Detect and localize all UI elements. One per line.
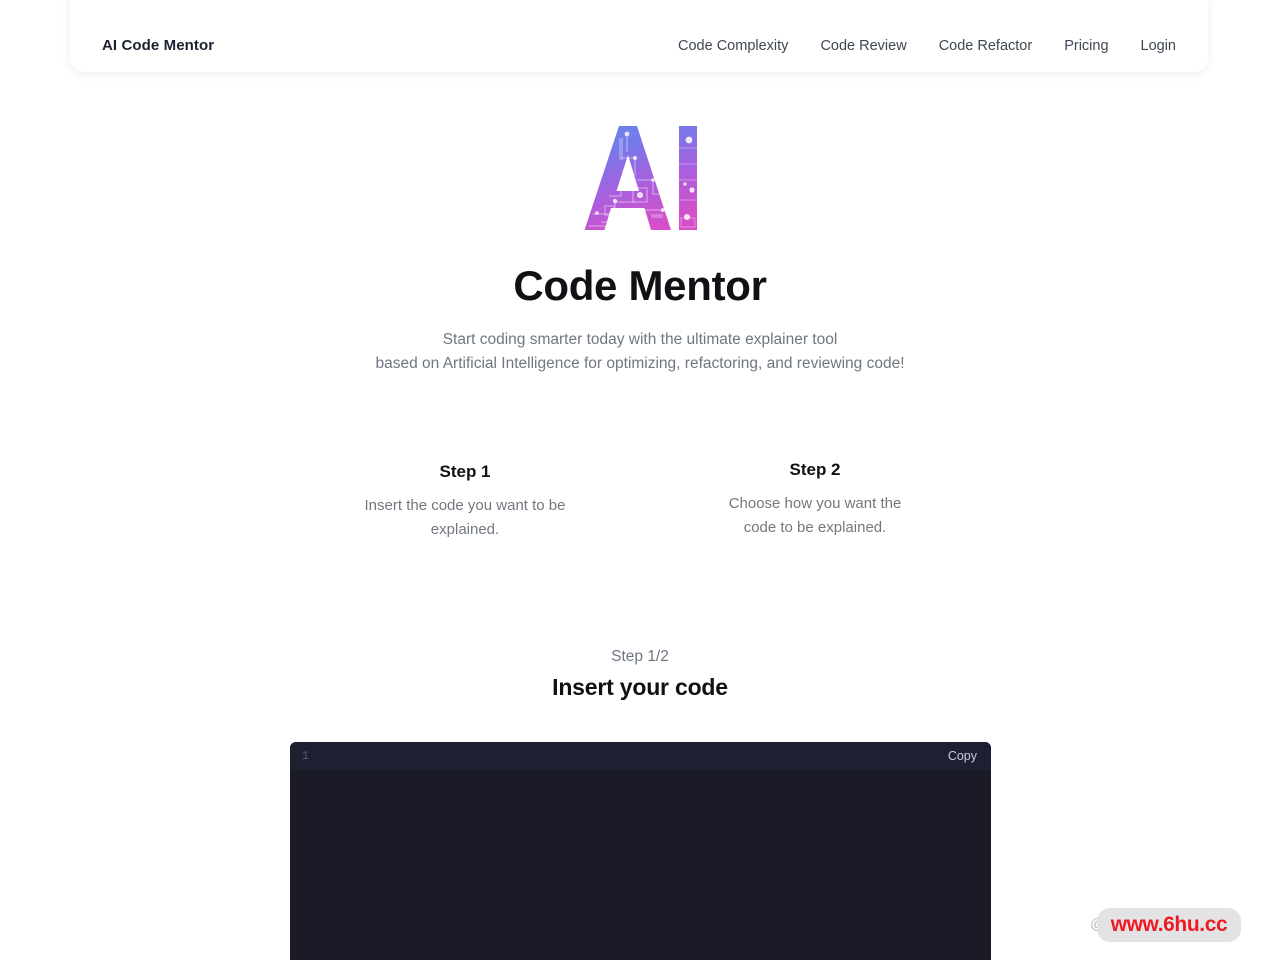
step-2-description: Choose how you want the code to be expla… — [683, 492, 947, 540]
ai-logo — [575, 118, 705, 238]
step-2-desc-line2: code to be explained. — [743, 519, 887, 536]
hero-section: Code Mentor Start coding smarter today w… — [0, 118, 1280, 376]
step-card-1: Step 1 Insert the code you want to be ex… — [333, 462, 597, 542]
current-step-section: Step 1/2 Insert your code — [0, 648, 1280, 701]
step-1-desc-line2: explained. — [430, 521, 500, 538]
main-navigation: Code Complexity Code Review Code Refacto… — [678, 38, 1176, 54]
hero-subtitle-line1: Start coding smarter today with the ulti… — [442, 331, 838, 349]
watermark-url: www.6hu.cc — [1096, 908, 1242, 942]
code-editor-toolbar: 1 Copy — [290, 742, 991, 770]
code-editor[interactable]: 1 Copy — [290, 742, 991, 960]
nav-item-code-complexity[interactable]: Code Complexity — [678, 38, 788, 54]
hero-subtitle-line2: based on Artificial Intelligence for opt… — [375, 355, 905, 373]
page-title: Code Mentor — [513, 262, 767, 309]
step-2-title: Step 2 — [789, 460, 841, 479]
step-1-description: Insert the code you want to be explained… — [333, 494, 597, 542]
hero-subtitle: Start coding smarter today with the ulti… — [0, 328, 1280, 376]
nav-item-code-review[interactable]: Code Review — [820, 38, 906, 54]
step-card-2: Step 2 Choose how you want the code to b… — [683, 460, 947, 542]
current-step-heading: Insert your code — [552, 674, 728, 700]
copy-button[interactable]: Copy — [948, 749, 977, 763]
watermark: @f www.6hu.cc — [1090, 908, 1242, 942]
step-progress-label: Step 1/2 — [611, 648, 669, 665]
site-header: AI Code Mentor Code Complexity Code Revi… — [70, 0, 1208, 72]
nav-item-pricing[interactable]: Pricing — [1064, 38, 1108, 54]
step-1-title: Step 1 — [439, 462, 491, 481]
nav-item-code-refactor[interactable]: Code Refactor — [939, 38, 1033, 54]
nav-item-login[interactable]: Login — [1141, 38, 1176, 54]
brand-logo-text[interactable]: AI Code Mentor — [102, 37, 214, 54]
line-number-gutter: 1 — [302, 749, 309, 763]
step-2-desc-line1: Choose how you want the — [728, 495, 902, 512]
step-1-desc-line1: Insert the code you want to be — [364, 497, 566, 514]
code-editor-textarea[interactable] — [290, 770, 991, 960]
steps-section: Step 1 Insert the code you want to be ex… — [0, 460, 1280, 542]
ai-logo-icon — [584, 126, 697, 230]
